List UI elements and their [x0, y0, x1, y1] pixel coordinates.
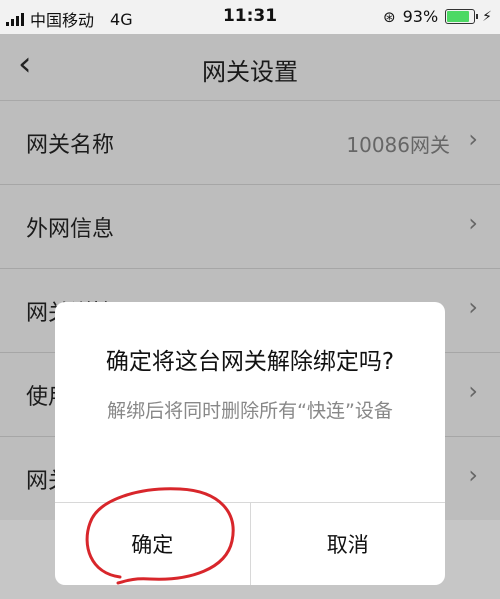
rotation-lock-icon: ⊛	[383, 7, 396, 26]
navigation-bar: ‹ 网关设置	[0, 34, 500, 101]
battery-icon	[445, 9, 479, 24]
row-value: 10086网关	[346, 133, 450, 157]
chevron-right-icon: ›	[468, 209, 478, 237]
page-title: 网关设置	[202, 58, 298, 86]
settings-row-wan-info[interactable]: 外网信息 ›	[0, 185, 500, 269]
row-label: 网关名称	[26, 133, 115, 158]
unbind-confirm-dialog: 确定将这台网关解除绑定吗? 解绑后将同时删除所有“快连”设备 确定 取消	[55, 302, 445, 585]
dialog-title: 确定将这台网关解除绑定吗?	[105, 349, 395, 375]
battery-percent: 93%	[402, 7, 439, 26]
dialog-buttons: 确定 取消	[55, 503, 445, 585]
chevron-right-icon: ›	[468, 377, 478, 405]
confirm-button[interactable]: 确定	[55, 503, 250, 585]
status-right: ⊛ 93% ⚡	[383, 7, 492, 26]
status-bar: 中国移动 4G 11:31 ⊛ 93% ⚡	[0, 0, 500, 34]
settings-row-gateway-name[interactable]: 网关名称 10086网关 ›	[0, 101, 500, 185]
cancel-button[interactable]: 取消	[249, 503, 446, 585]
dialog-message: 解绑后将同时删除所有“快连”设备	[107, 400, 393, 422]
chevron-right-icon: ›	[468, 293, 478, 321]
chevron-right-icon: ›	[468, 461, 478, 489]
chevron-right-icon: ›	[468, 125, 478, 153]
row-label: 外网信息	[26, 217, 115, 242]
charging-icon: ⚡	[482, 8, 492, 25]
